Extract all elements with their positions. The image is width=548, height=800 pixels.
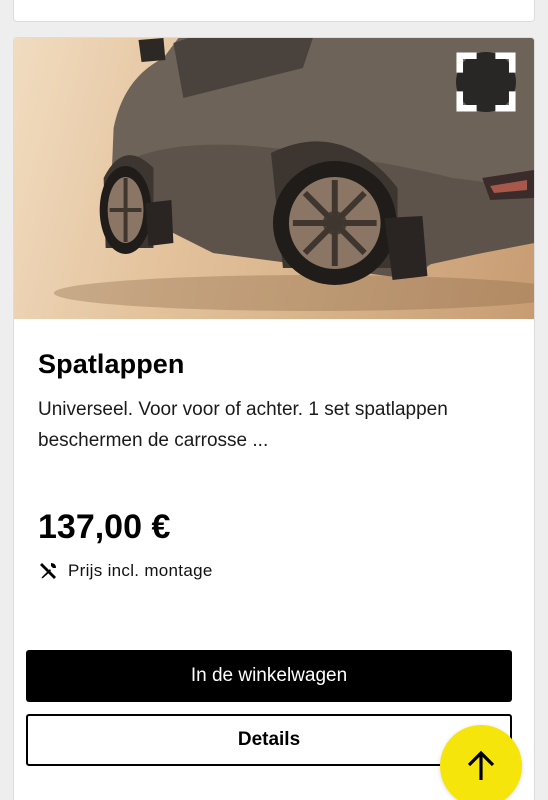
tools-icon (38, 561, 58, 581)
product-description: Universeel. Voor voor of achter. 1 set s… (38, 399, 448, 451)
fullscreen-icon (456, 52, 516, 112)
product-card: Spatlappen Universeel. Voor voor of acht… (13, 37, 535, 800)
arrow-up-icon (467, 750, 495, 780)
details-button[interactable]: Details (26, 714, 512, 766)
product-image[interactable] (14, 38, 534, 319)
scroll-to-top-button[interactable] (440, 725, 522, 800)
product-title[interactable]: Spatlappen (38, 349, 510, 380)
price-note: Prijs incl. montage (38, 561, 510, 581)
add-to-cart-button[interactable]: In de winkelwagen (26, 650, 512, 702)
price-note-label: Prijs incl. montage (68, 561, 213, 580)
product-price: 137,00 € (38, 508, 171, 546)
previous-product-card (13, 0, 535, 22)
fullscreen-button[interactable] (456, 52, 516, 112)
